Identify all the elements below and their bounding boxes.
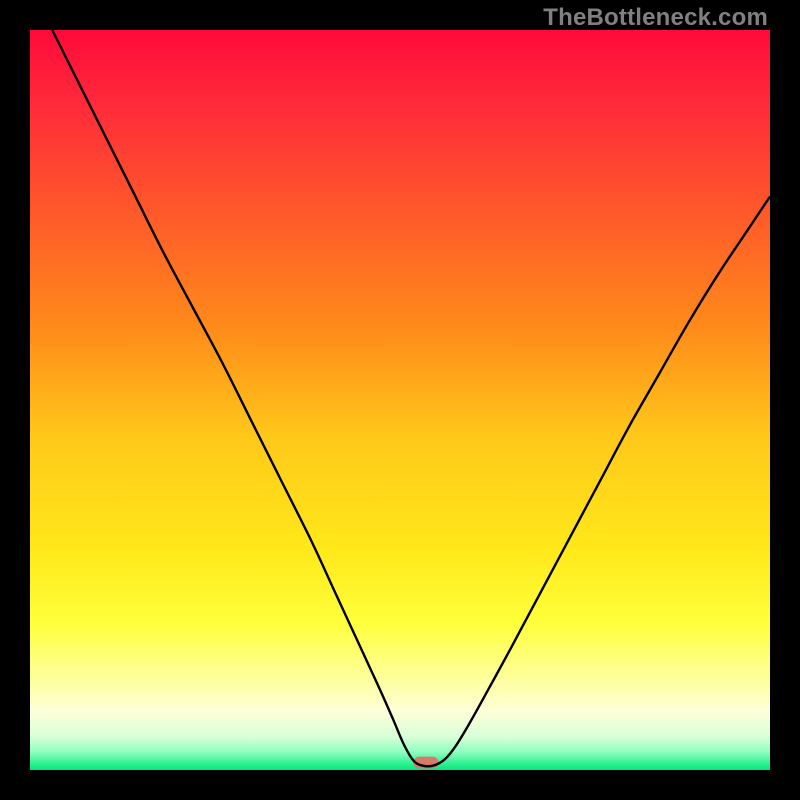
chart-container bbox=[30, 30, 770, 770]
gradient-background bbox=[30, 30, 770, 770]
bottleneck-chart bbox=[30, 30, 770, 770]
watermark-label: TheBottleneck.com bbox=[543, 4, 768, 32]
